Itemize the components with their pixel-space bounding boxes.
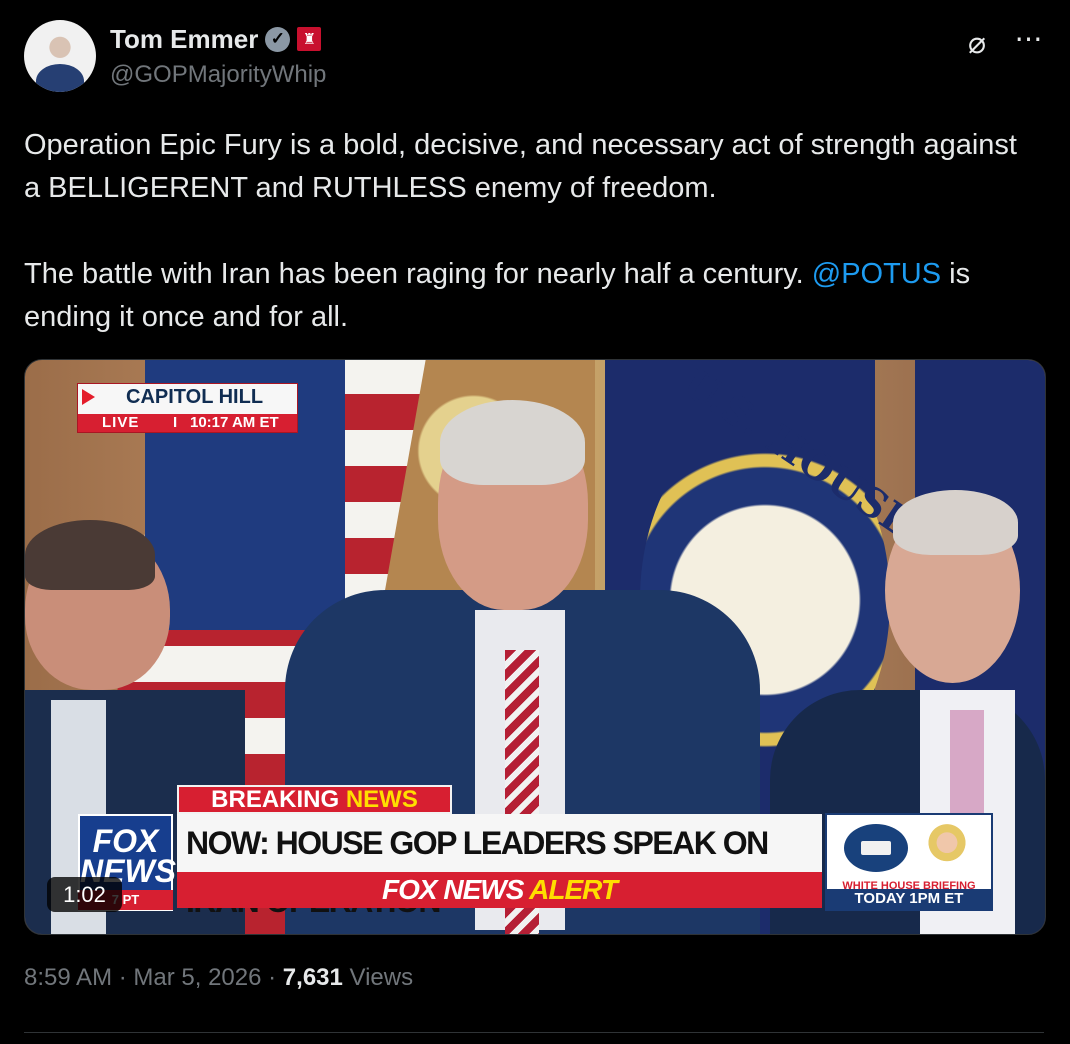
breaking-news-lower-third: BREAKING NEWS NOW: HOUSE GOP LEADERS SPE…	[177, 785, 993, 919]
white-house-briefing-bug: WHITE HOUSE BRIEFING TODAY 1PM ET	[825, 813, 993, 911]
more-icon[interactable]: ⋯	[1012, 25, 1046, 59]
tweet-paragraph-2: The battle with Iran has been raging for…	[24, 253, 1034, 339]
metadata-separator: ·	[112, 964, 134, 991]
live-time-strip: LIVE I 10:17 AM ET	[78, 414, 297, 432]
breaking-word: BREAKING	[211, 786, 346, 813]
briefing-speaker-thumbnail	[921, 820, 973, 874]
author-name-row: Tom Emmer ✓ ♜	[110, 24, 322, 55]
grok-icon[interactable]: ⌀	[960, 27, 994, 61]
tweet-header: Tom Emmer ✓ ♜ @GOPMajorityWhip ⌀ ⋯	[24, 20, 1046, 100]
post-time[interactable]: 8:59 AM	[24, 964, 112, 991]
views-count[interactable]: 7,631	[283, 964, 343, 991]
author-avatar[interactable]	[24, 20, 96, 92]
author-handle[interactable]: @GOPMajorityWhip	[110, 61, 326, 89]
news-headline: NOW: HOUSE GOP LEADERS SPEAK ON IRAN OPE…	[177, 814, 822, 919]
live-separator: I	[173, 414, 178, 431]
tweet-paragraph-1: Operation Epic Fury is a bold, decisive,…	[24, 129, 1017, 204]
tweet-metadata: 8:59 AM · Mar 5, 2026 · 7,631 Views	[24, 964, 413, 992]
play-arrow-icon	[82, 389, 95, 405]
news-word: NEWS	[345, 786, 418, 813]
live-label: LIVE	[102, 414, 140, 431]
post-date[interactable]: Mar 5, 2026	[133, 964, 261, 991]
fox-news-alert: FOX NEWS ALERT	[177, 872, 822, 908]
tweet-text-segment: The battle with Iran has been raging for…	[24, 258, 812, 290]
white-house-icon	[844, 824, 908, 872]
author-name[interactable]: Tom Emmer	[110, 24, 258, 55]
live-time: 10:17 AM ET	[190, 414, 279, 431]
views-label[interactable]: Views	[343, 964, 414, 991]
live-location: CAPITOL HILL	[126, 386, 264, 408]
briefing-time: TODAY 1PM ET	[827, 889, 991, 909]
verified-badge-icon: ✓	[265, 26, 291, 52]
left-speaker-hair	[25, 520, 155, 590]
center-speaker-hair	[440, 400, 585, 485]
video-media[interactable]: U.S. HOUSE CAPITOL HILL LIVE I 10:17 AM …	[24, 359, 1046, 935]
right-speaker-hair	[893, 490, 1018, 555]
bottom-divider	[24, 1032, 1044, 1033]
breaking-news-label: BREAKING NEWS	[177, 785, 452, 814]
metadata-separator: ·	[261, 964, 283, 991]
mention-link[interactable]: @POTUS	[812, 258, 941, 290]
fox-news-alert-name: FOX NEWS	[382, 874, 530, 905]
tweet-text: Operation Epic Fury is a bold, decisive,…	[24, 124, 1034, 339]
live-location-bug: CAPITOL HILL LIVE I 10:17 AM ET	[77, 383, 298, 433]
video-duration: 1:02	[47, 877, 122, 912]
government-badge-icon: ♜	[297, 27, 322, 51]
alert-word: ALERT	[529, 874, 618, 905]
